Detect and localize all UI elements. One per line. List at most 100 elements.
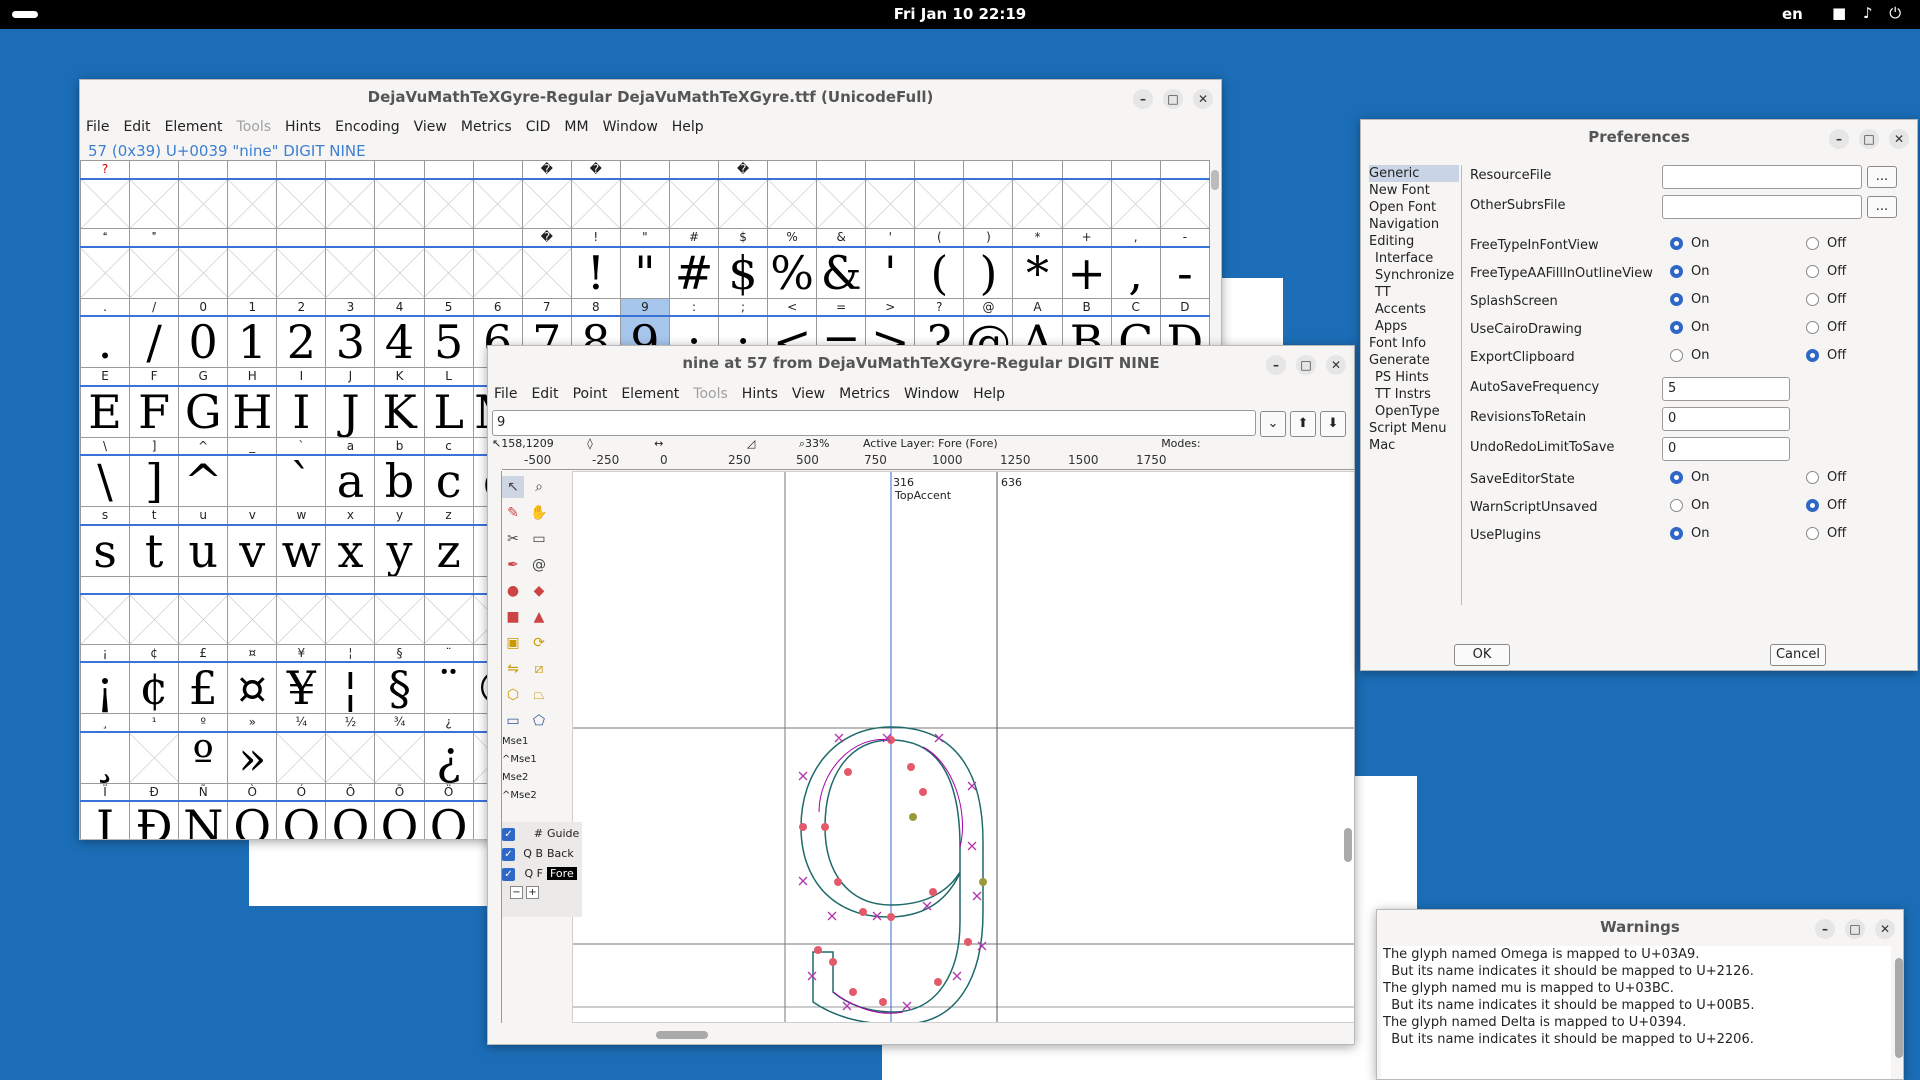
off-radio[interactable]: Off	[1806, 348, 1846, 363]
menu-help[interactable]: Help	[973, 386, 1005, 402]
hv-curve-point-icon[interactable]: ◆	[528, 580, 550, 602]
on-radio[interactable]: On	[1670, 498, 1709, 513]
menu-edit[interactable]: Edit	[123, 119, 150, 135]
radio-off-indicator[interactable]	[1806, 293, 1819, 306]
glyph-cell[interactable]: H	[227, 385, 278, 438]
radio-off-indicator[interactable]	[1806, 527, 1819, 540]
glyph-cell[interactable]: 2	[276, 315, 327, 368]
knife-tool-icon[interactable]: ✂	[502, 528, 524, 550]
menu-hints[interactable]: Hints	[742, 386, 778, 402]
layer-visible-checkbox[interactable]: ✓	[502, 867, 515, 881]
glyph-cell[interactable]	[325, 178, 376, 229]
glyph-cell[interactable]: E	[80, 385, 131, 438]
rotate-tool-icon[interactable]: ⟳	[528, 632, 550, 654]
glyph-cell[interactable]	[472, 246, 523, 299]
glyph-cell[interactable]	[472, 178, 523, 229]
glyph-cell[interactable]: ¨	[423, 661, 474, 714]
on-radio[interactable]: On	[1670, 470, 1709, 485]
pref-number-input[interactable]: 0	[1662, 437, 1790, 461]
glyph-cell[interactable]: F	[129, 385, 180, 438]
glyph-cell[interactable]	[276, 178, 327, 229]
menu-hints[interactable]: Hints	[285, 119, 321, 135]
glyph-cell[interactable]	[816, 178, 867, 229]
glyph-cell[interactable]: ¡	[80, 661, 131, 714]
glyph-cell[interactable]	[1159, 178, 1211, 229]
glyph-cell[interactable]: I	[276, 385, 327, 438]
glyph-cell[interactable]	[374, 246, 425, 299]
pref-file-input[interactable]	[1662, 195, 1862, 219]
radio-off-indicator[interactable]	[1806, 349, 1819, 362]
glyph-cell[interactable]: ¥	[276, 661, 327, 714]
layer-visible-checkbox[interactable]: ✓	[502, 847, 515, 861]
menu-metrics[interactable]: Metrics	[461, 119, 512, 135]
input-language-indicator[interactable]: en	[1782, 5, 1803, 23]
off-radio[interactable]: Off	[1806, 526, 1846, 541]
maximize-button[interactable]: □	[1163, 89, 1183, 109]
skew-tool-icon[interactable]: ⧄	[528, 658, 550, 680]
glyph-cell[interactable]	[374, 731, 425, 784]
rectangle-tool-icon[interactable]: ▭	[502, 710, 524, 732]
glyph-cell[interactable]: 1	[227, 315, 278, 368]
glyph-cell[interactable]	[619, 178, 670, 229]
glyph-cell[interactable]: ,	[1110, 246, 1161, 299]
maximize-button[interactable]: □	[1296, 355, 1316, 375]
category-navigation[interactable]: Navigation	[1369, 216, 1459, 233]
pointer-tool-icon[interactable]: ↖	[502, 476, 524, 498]
layer-name[interactable]: Guide	[547, 827, 579, 840]
glyph-cell[interactable]: '	[865, 246, 916, 299]
glyph-cell[interactable]	[129, 593, 180, 645]
category-script-menu[interactable]: Script Menu	[1369, 420, 1459, 437]
glyph-cell[interactable]: ¿	[423, 731, 474, 784]
glyph-cell[interactable]	[1110, 178, 1161, 229]
vertical-scrollbar[interactable]	[1211, 170, 1219, 190]
glyph-cell[interactable]: "	[619, 246, 670, 299]
flip-tool-icon[interactable]: ⇋	[502, 658, 524, 680]
glyph-cell[interactable]	[80, 246, 131, 299]
glyph-cell[interactable]: K	[374, 385, 425, 438]
on-radio[interactable]: On	[1670, 236, 1709, 251]
menu-edit[interactable]: Edit	[531, 386, 558, 402]
on-radio[interactable]: On	[1670, 292, 1709, 307]
glyph-edit-canvas[interactable]: 316 TopAccent 636	[572, 471, 1354, 1023]
glyph-cell[interactable]: w	[276, 524, 327, 577]
glyph-cell[interactable]: u	[178, 524, 229, 577]
off-radio[interactable]: Off	[1806, 264, 1846, 279]
freehand-tool-icon[interactable]: ✎	[502, 502, 524, 524]
menu-help[interactable]: Help	[672, 119, 704, 135]
menu-window[interactable]: Window	[904, 386, 959, 402]
glyph-cell[interactable]: v	[227, 524, 278, 577]
glyph-cell[interactable]: t	[129, 524, 180, 577]
glyph-cell[interactable]	[276, 593, 327, 645]
horizontal-scrollbar[interactable]	[656, 1031, 708, 1039]
close-button[interactable]: ✕	[1193, 89, 1213, 109]
glyph-cell[interactable]: 0	[178, 315, 229, 368]
ruler-tool-icon[interactable]: ▭	[528, 528, 550, 550]
glyph-cell[interactable]: a	[325, 454, 376, 507]
glyph-cell[interactable]	[423, 246, 474, 299]
layer-row[interactable]: ✓ Q B Back	[502, 844, 582, 864]
glyph-cell[interactable]	[178, 178, 229, 229]
glyph-cell[interactable]: O	[374, 800, 425, 839]
radio-on-indicator[interactable]	[1670, 471, 1683, 484]
clock[interactable]: Fri Jan 10 22:19	[0, 5, 1920, 23]
glyph-cell[interactable]	[718, 178, 769, 229]
menu-view[interactable]: View	[414, 119, 447, 135]
glyph-cell[interactable]	[423, 593, 474, 645]
minimize-button[interactable]: –	[1133, 89, 1153, 109]
menu-element[interactable]: Element	[165, 119, 223, 135]
glyph-cell[interactable]: J	[325, 385, 376, 438]
browse-button[interactable]: ...	[1867, 166, 1897, 188]
glyph-cell[interactable]: /	[129, 315, 180, 368]
glyph-cell[interactable]	[227, 246, 278, 299]
category-accents[interactable]: Accents	[1369, 301, 1459, 318]
radio-off-indicator[interactable]	[1806, 265, 1819, 278]
minimize-button[interactable]: –	[1815, 919, 1835, 939]
previous-glyph-button[interactable]: ⬆	[1290, 411, 1316, 437]
glyph-cell[interactable]: +	[1061, 246, 1112, 299]
close-button[interactable]: ✕	[1875, 919, 1895, 939]
glyph-cell[interactable]	[80, 593, 131, 645]
glyph-cell[interactable]: !	[570, 246, 621, 299]
glyph-cell[interactable]	[325, 593, 376, 645]
glyph-cell[interactable]: Ð	[129, 800, 180, 839]
glyph-cell[interactable]	[865, 178, 916, 229]
